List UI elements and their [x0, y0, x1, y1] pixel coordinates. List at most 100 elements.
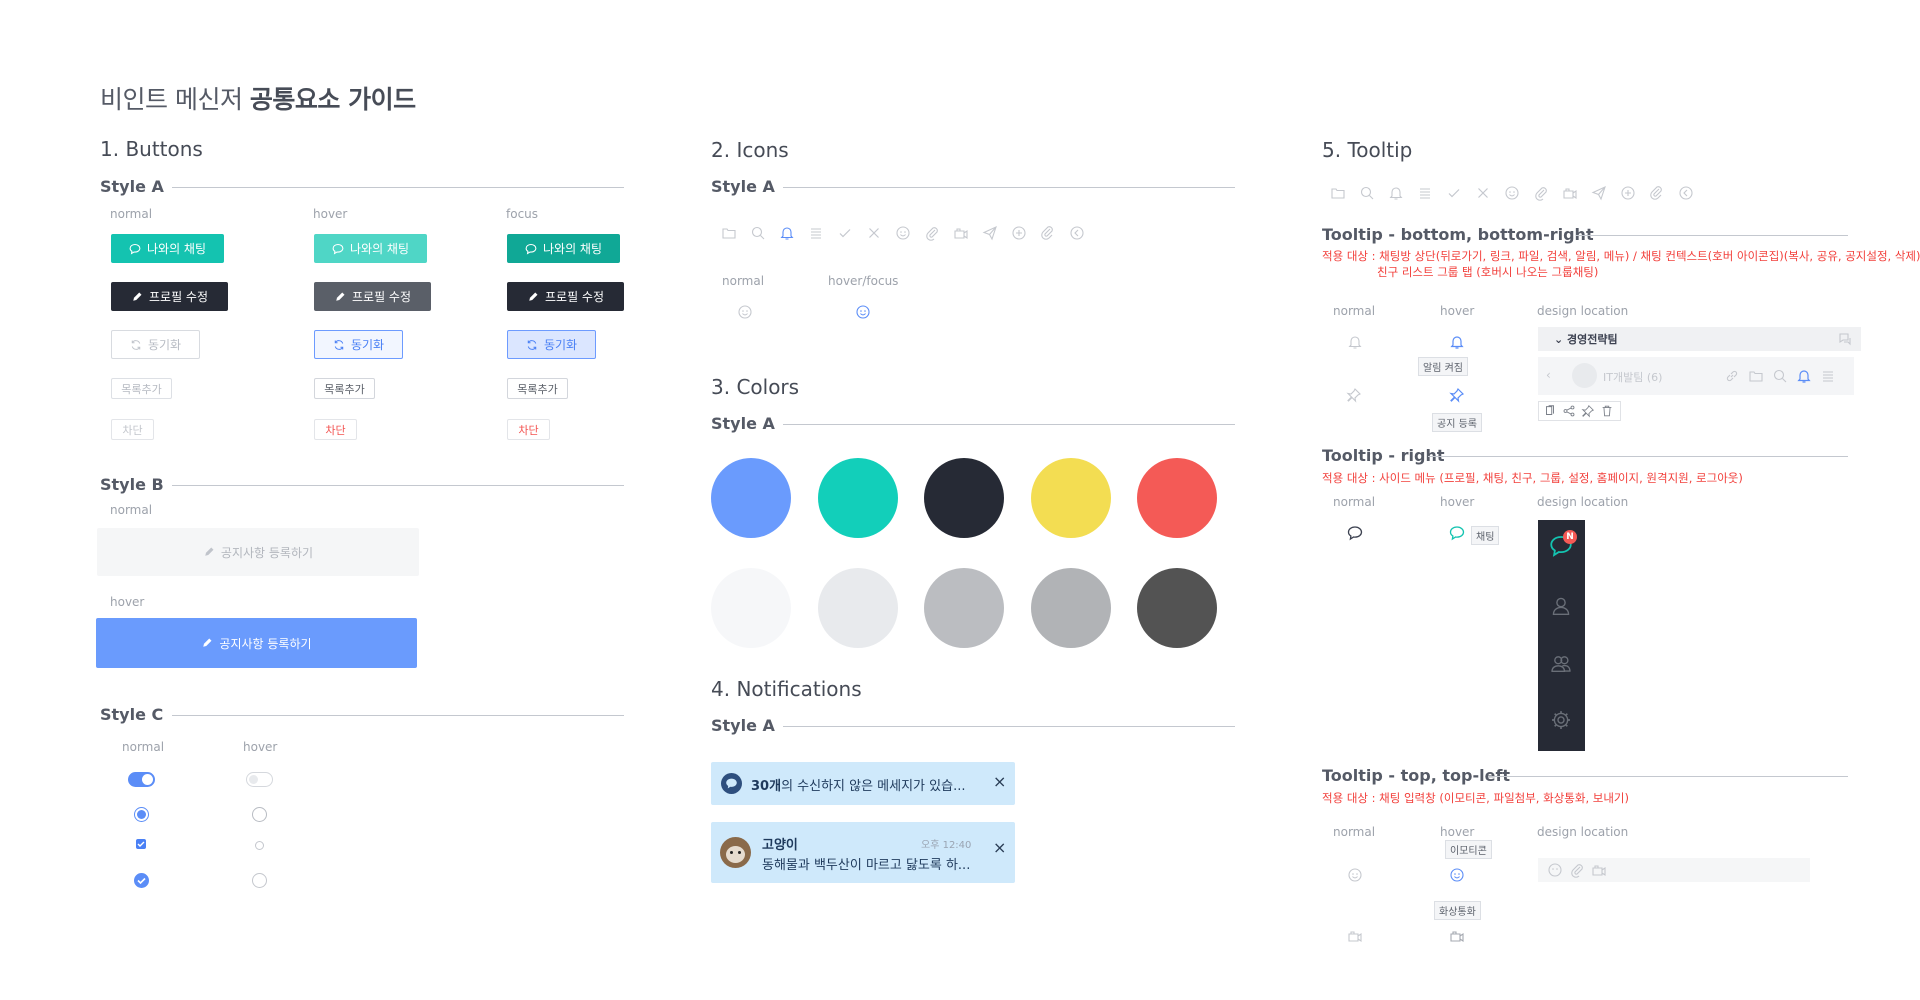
colors-heading: 3. Colors: [711, 375, 800, 399]
menu-icon[interactable]: [1820, 368, 1836, 384]
chat-button-normal[interactable]: 나와의 채팅: [111, 234, 224, 263]
check-circle-checked[interactable]: [134, 873, 149, 888]
profile-icon[interactable]: [1550, 595, 1572, 617]
check-icon[interactable]: [837, 225, 853, 241]
toggle-switch-on[interactable]: [128, 772, 155, 787]
friends-icon[interactable]: [1550, 652, 1572, 674]
search-icon[interactable]: [750, 225, 766, 241]
chat-button-hover[interactable]: 나와의 채팅: [314, 234, 427, 263]
notification-message[interactable]: 고양이 오후 12:40 동해물과 백두산이 마르고 닳도록 하... ×: [711, 822, 1015, 883]
folder-icon[interactable]: [1748, 368, 1764, 384]
profile-edit-button-hover[interactable]: 프로필 수정: [314, 282, 431, 311]
checkbox-checked[interactable]: [136, 839, 146, 849]
clip-icon[interactable]: [1040, 225, 1056, 241]
bell-icon[interactable]: [779, 225, 795, 241]
back-icon[interactable]: ‹: [1546, 368, 1551, 382]
divider: [172, 485, 624, 486]
colors-style-a: Style A: [711, 414, 775, 433]
checkbox-unchecked[interactable]: [255, 841, 264, 850]
emoji-icon[interactable]: [1504, 185, 1520, 201]
add-list-button-normal[interactable]: 목록추가: [111, 378, 172, 399]
bell-icon[interactable]: [1449, 334, 1465, 350]
add-icon[interactable]: [1011, 225, 1027, 241]
video-call-icon[interactable]: [1449, 928, 1465, 944]
tooltip-right-hover-label: hover: [1440, 495, 1475, 509]
attach-icon[interactable]: [1533, 185, 1549, 201]
emoji-icon[interactable]: [1449, 867, 1465, 883]
close-icon[interactable]: ×: [993, 838, 1006, 857]
send-icon[interactable]: [982, 225, 998, 241]
block-button-normal[interactable]: 차단: [111, 419, 154, 440]
divider: [1428, 456, 1848, 457]
link-icon[interactable]: [1724, 368, 1740, 384]
group-chat-icon[interactable]: [1837, 331, 1853, 347]
copy-icon[interactable]: [1543, 403, 1557, 417]
bell-icon[interactable]: [1388, 185, 1404, 201]
pin-icon[interactable]: [1449, 387, 1465, 403]
clip-icon[interactable]: [1649, 185, 1665, 201]
attach-icon[interactable]: [1569, 862, 1585, 878]
camera-icon[interactable]: [1562, 185, 1578, 201]
block-button-hover[interactable]: 차단: [314, 419, 357, 440]
notice-register-button-hover[interactable]: 공지사항 등록하기: [96, 618, 417, 668]
add-icon[interactable]: [1620, 185, 1636, 201]
chat-button-focus[interactable]: 나와의 채팅: [507, 234, 620, 263]
close-icon[interactable]: ×: [993, 772, 1006, 791]
emoji-icon[interactable]: [855, 304, 871, 320]
send-icon[interactable]: [1591, 185, 1607, 201]
menu-icon[interactable]: [1417, 185, 1433, 201]
emoji-icon[interactable]: [737, 304, 753, 320]
buttons-style-c: Style C: [100, 705, 164, 724]
profile-edit-label: 프로필 수정: [544, 290, 604, 304]
close-icon[interactable]: [1475, 185, 1491, 201]
notice-register-button-normal[interactable]: 공지사항 등록하기: [97, 528, 419, 576]
divider: [172, 187, 624, 188]
notification-unread[interactable]: 30개의 수신하지 않은 메세지가 있습... ×: [711, 762, 1015, 805]
add-list-button-hover[interactable]: 목록추가: [314, 378, 375, 399]
color-swatch: [1030, 568, 1111, 648]
radio-checked[interactable]: [134, 807, 149, 822]
gear-icon[interactable]: [1550, 709, 1572, 731]
profile-edit-button-focus[interactable]: 프로필 수정: [507, 282, 624, 311]
folder-icon[interactable]: [1330, 185, 1346, 201]
tooltip-notice-register: 공지 등록: [1432, 413, 1482, 432]
add-list-button-focus[interactable]: 목록추가: [507, 378, 568, 399]
sync-button-hover[interactable]: 동기화: [314, 330, 403, 359]
chat-input-toolbar: [1538, 858, 1810, 882]
back-icon[interactable]: [1678, 185, 1694, 201]
tooltip-top-hover-label: hover: [1440, 825, 1475, 839]
attach-icon[interactable]: [924, 225, 940, 241]
menu-icon[interactable]: [808, 225, 824, 241]
chat-icon[interactable]: [1347, 525, 1363, 541]
sync-button-normal[interactable]: 동기화: [111, 330, 200, 359]
search-icon[interactable]: [1359, 185, 1375, 201]
sync-button-focus[interactable]: 동기화: [507, 330, 596, 359]
emoji-icon[interactable]: [895, 225, 911, 241]
trash-icon[interactable]: [1600, 403, 1614, 417]
folder-icon[interactable]: [721, 225, 737, 241]
video-call-icon[interactable]: [1591, 862, 1607, 878]
profile-edit-button-normal[interactable]: 프로필 수정: [111, 282, 228, 311]
share-icon[interactable]: [1562, 403, 1576, 417]
page-title: 비인트 메신저 공통요소 가이드: [100, 80, 416, 116]
search-icon[interactable]: [1772, 368, 1788, 384]
radio-unchecked[interactable]: [252, 807, 267, 822]
toggle-switch-off[interactable]: [246, 772, 273, 787]
pin-icon[interactable]: [1581, 403, 1595, 418]
back-icon[interactable]: [1069, 225, 1085, 241]
close-icon[interactable]: [866, 225, 882, 241]
block-button-focus[interactable]: 차단: [507, 419, 550, 440]
pin-icon[interactable]: [1346, 387, 1362, 403]
buttons-heading: 1. Buttons: [100, 137, 203, 161]
bell-icon[interactable]: [1796, 368, 1812, 384]
check-circle-unchecked[interactable]: [252, 873, 267, 888]
check-icon[interactable]: [1446, 185, 1462, 201]
group-tab[interactable]: ⌄ 경영전략팀: [1538, 327, 1861, 351]
video-call-icon[interactable]: [1347, 928, 1363, 944]
camera-icon[interactable]: [953, 225, 969, 241]
chat-icon[interactable]: [1449, 525, 1465, 541]
bell-icon[interactable]: [1347, 334, 1363, 350]
emoji-icon[interactable]: [1347, 867, 1363, 883]
emoji-icon[interactable]: [1547, 862, 1563, 878]
side-menu: N: [1538, 520, 1585, 751]
